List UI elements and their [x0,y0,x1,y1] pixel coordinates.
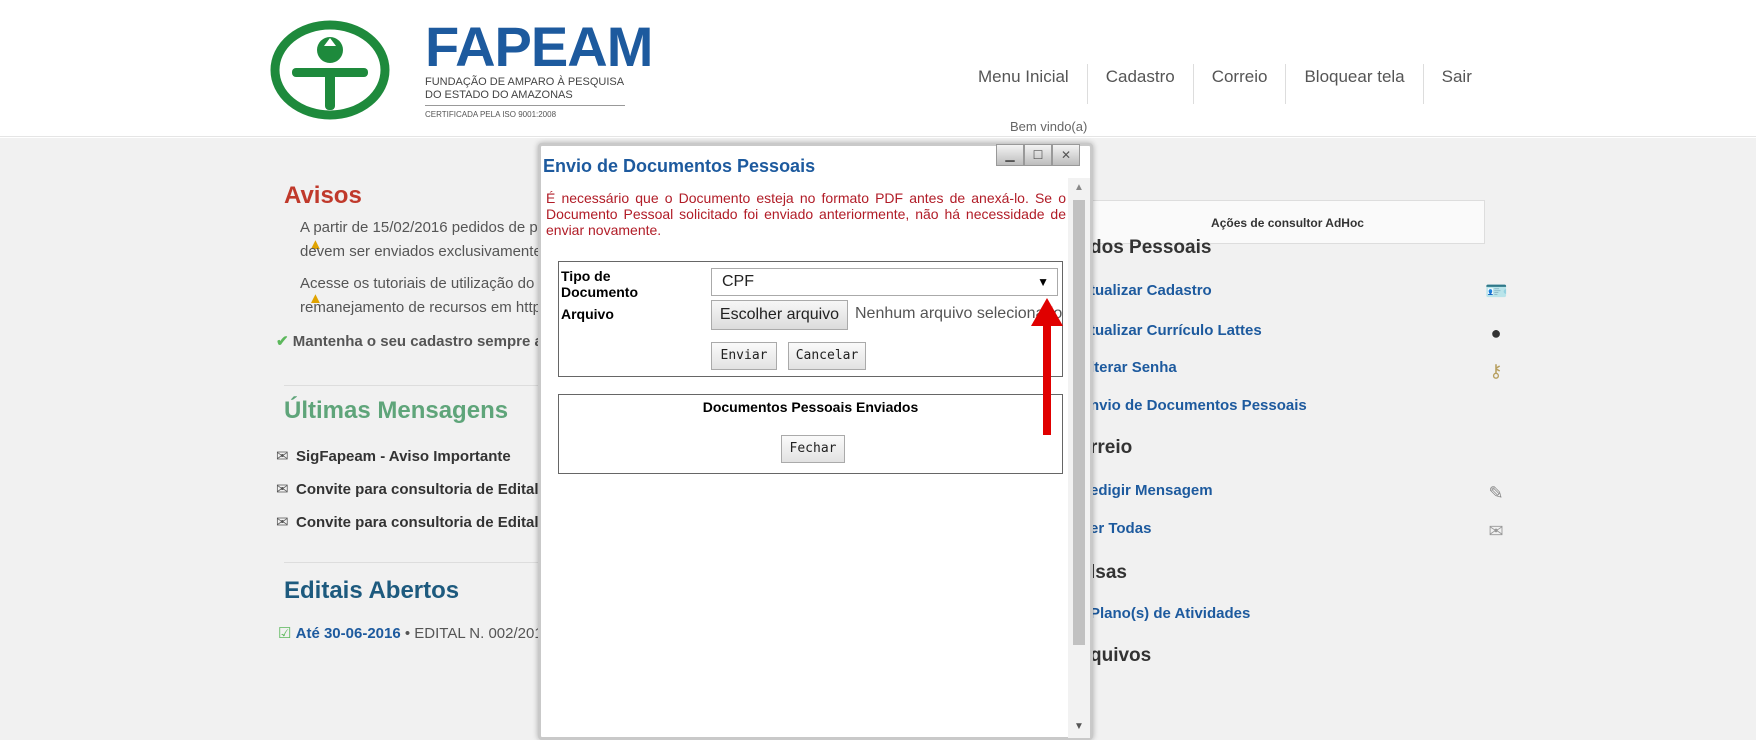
nav-correio[interactable]: Correio [1194,64,1287,104]
section-dados-pessoais: dos Pessoais [1090,237,1212,258]
maximize-button[interactable]: ☐ [1024,144,1052,166]
section-arquivos: quivos [1090,645,1152,666]
avisos-title: Avisos [284,182,362,209]
pdf-notice: É necessário que o Documento esteja no f… [546,190,1066,238]
link-ler-todas[interactable]: er Todas [1090,520,1151,537]
aviso-line: Acesse os tutoriais de utilização do S [300,275,549,292]
dialog-window: Envio de Documentos Pessoais ▁ ☐ ✕ É nec… [538,143,1093,740]
sent-documents-title: Documentos Pessoais Enviados [702,399,919,415]
link-planos-atividades[interactable]: Plano(s) de Atividades [1090,605,1250,622]
label-tipo-documento: Tipo de Documento [561,268,638,300]
logo-subtitle-line1: FUNDAÇÃO DE AMPARO À PESQUISA [425,76,625,88]
check-icon: ✔ [276,333,289,350]
welcome-text: Bem vindo(a) [1010,119,1088,134]
link-alterar-senha[interactable]: lterar Senha [1090,359,1177,376]
edital-date: Até 30-06-2016 [295,625,401,642]
dialog-frame: Envio de Documentos Pessoais ▁ ☐ ✕ É nec… [538,143,1093,740]
logo-subtitle-line2: DO ESTADO DO AMAZONAS [425,89,573,101]
top-nav: Menu Inicial Cadastro Correio Bloquear t… [960,64,1490,104]
message-subject: Convite para consultoria de Edital [296,514,539,531]
aviso-line: devem ser enviados exclusivamente [300,243,542,260]
message-subject: Convite para consultoria de Edital [296,481,539,498]
keys-icon: ⚷ [1489,361,1503,381]
link-redigir-mensagem[interactable]: edigir Mensagem [1090,482,1213,499]
mensagens-title: Últimas Mensagens [284,397,509,424]
message-icon: ✉ [276,448,289,465]
aviso-item: Acesse os tutoriais de utilização do S r… [300,272,548,320]
check-icon: ☑ [278,625,292,642]
dropdown-arrow-icon: ▼ [1037,275,1049,289]
aviso-item: A partir de 15/02/2016 pedidos de pr dev… [300,216,543,264]
close-button[interactable]: ✕ [1052,144,1080,166]
message-item[interactable]: ✉ Convite para consultoria de Edital [276,513,539,531]
site-header: FAPEAM FUNDAÇÃO DE AMPARO À PESQUISA DO … [0,0,1756,137]
id-card-icon: 🪪 [1485,281,1508,301]
window-controls: ▁ ☐ ✕ [996,144,1080,166]
scroll-up-icon[interactable]: ▲ [1074,182,1084,193]
dialog-title: Envio de Documentos Pessoais [543,156,816,176]
section-bolsas: lsas [1090,562,1127,583]
message-item[interactable]: ✉ SigFapeam - Aviso Importante [276,447,511,465]
aviso-ok-item: ✔ Mantenha o seu cadastro sempre a [276,330,543,354]
edital-item[interactable]: ☑ Até 30-06-2016 • EDITAL N. 002/201 [278,624,543,642]
logo-title: FAPEAM [425,15,653,78]
scroll-down-icon[interactable]: ▼ [1074,721,1084,732]
editais-title: Editais Abertos [284,577,460,604]
message-item[interactable]: ✉ Convite para consultoria de Edital [276,480,539,498]
aviso-line: A partir de 15/02/2016 pedidos de pr [300,219,543,236]
fapeam-logo-icon [270,20,390,120]
pencil-icon: ✎ [1488,483,1504,503]
cancel-button[interactable]: Cancelar [788,342,866,370]
nav-bloquear-tela[interactable]: Bloquear tela [1286,64,1424,104]
aviso-ok-text: Mantenha o seu cadastro sempre a [292,333,543,350]
annotation-arrow-icon [1031,298,1063,326]
message-subject: SigFapeam - Aviso Importante [296,448,511,465]
send-button[interactable]: Enviar [711,342,777,370]
nav-sair[interactable]: Sair [1424,64,1490,104]
annotation-arrow-shaft [1043,320,1051,435]
logo-certification: CERTIFICADA PELA ISO 9001:2008 [425,110,557,119]
choose-file-button[interactable]: Escolher arquivo [711,300,848,330]
close-dialog-button[interactable]: Fechar [781,435,845,463]
dialog-scrollbar[interactable]: ▲ ▼ [1068,178,1090,738]
nav-cadastro[interactable]: Cadastro [1088,64,1194,104]
message-icon: ✉ [276,514,289,531]
label-arquivo: Arquivo [561,306,614,322]
logo-divider [425,105,625,106]
lattes-icon: ● [1490,323,1502,343]
link-envio-documentos[interactable]: nvio de Documentos Pessoais [1090,397,1307,414]
select-value: CPF [722,273,754,290]
edital-text: • EDITAL N. 002/201 [400,625,543,642]
upload-form: Tipo de Documento CPF ▼ Arquivo Escolher… [558,261,1063,377]
link-atualizar-cadastro[interactable]: tualizar Cadastro [1090,282,1212,299]
section-correio: rreio [1090,437,1133,458]
sent-documents-box: Documentos Pessoais Enviados Fechar [558,394,1063,474]
welcome-user-name [1105,112,1535,136]
aviso-line: remanejamento de recursos em http: [300,299,546,316]
nav-menu-inicial[interactable]: Menu Inicial [960,64,1088,104]
link-atualizar-curriculo[interactable]: tualizar Currículo Lattes [1090,322,1262,339]
message-icon: ✉ [276,481,289,498]
scroll-thumb[interactable] [1073,200,1085,645]
envelope-icon: ✉ [1488,521,1504,541]
logo-subtitle: FUNDAÇÃO DE AMPARO À PESQUISA DO ESTADO … [425,76,625,102]
minimize-button[interactable]: ▁ [996,144,1024,166]
document-type-select[interactable]: CPF ▼ [711,268,1058,296]
